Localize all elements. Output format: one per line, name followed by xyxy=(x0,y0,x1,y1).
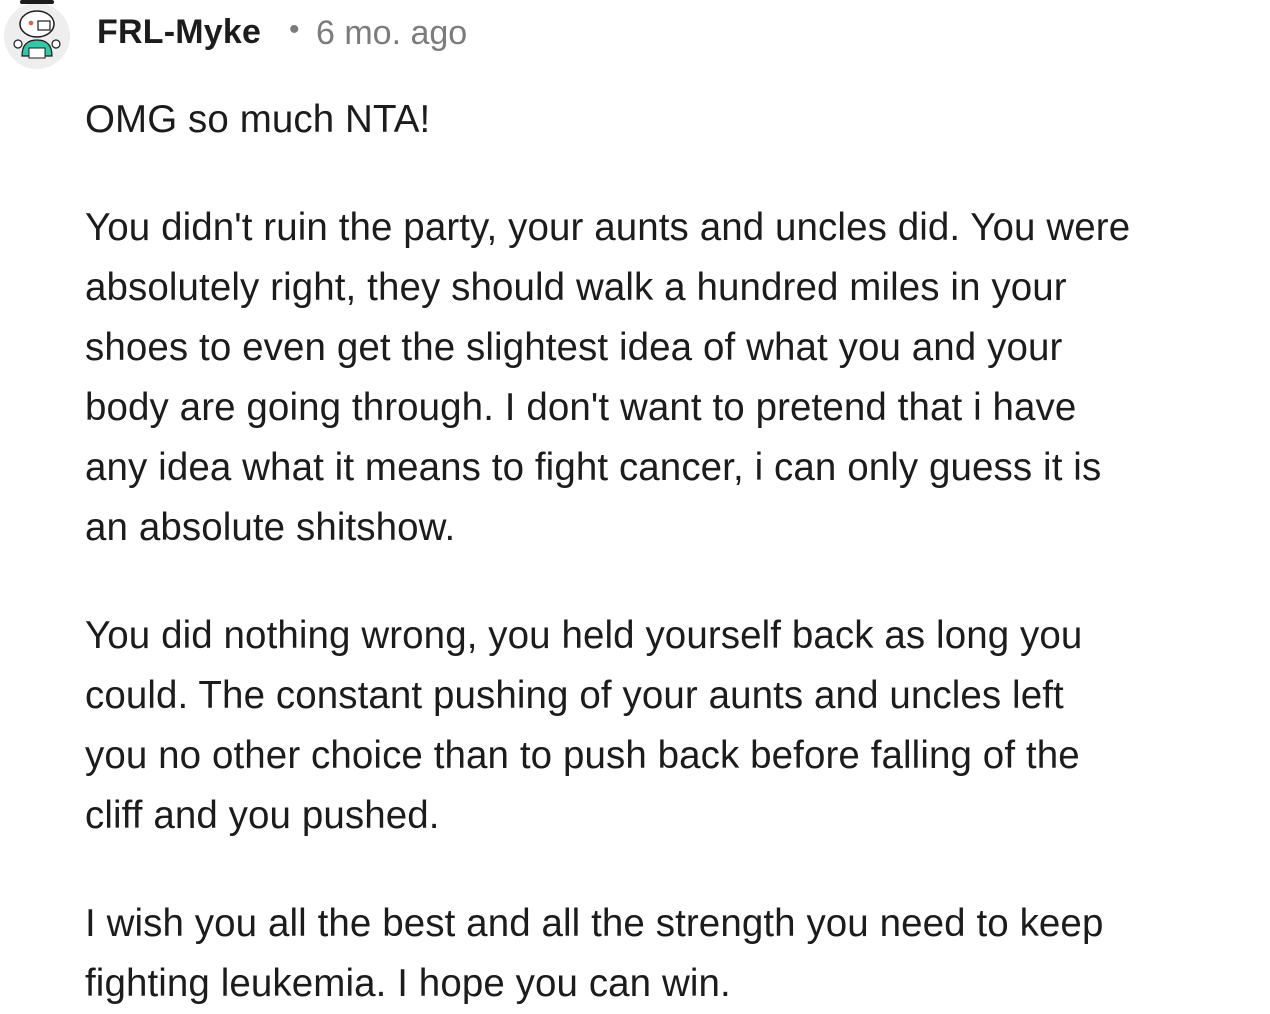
comment-paragraph: OMG so much NTA! xyxy=(85,90,1270,150)
comment-paragraph: You did nothing wrong, you held yourself… xyxy=(85,606,1270,846)
comment-paragraph: I wish you all the best and all the stre… xyxy=(85,894,1270,1014)
text-line: You did nothing wrong, you held yourself… xyxy=(85,614,1083,657)
comment-body: OMG so much NTA! You didn't ruin the par… xyxy=(85,90,1270,1014)
snoo-avatar-icon xyxy=(4,0,70,69)
comment-paragraph: You didn't ruin the party, your aunts an… xyxy=(85,198,1270,558)
text-line: OMG so much NTA! xyxy=(85,98,431,141)
text-line: an absolute shitshow. xyxy=(85,506,456,549)
text-line: I wish you all the best and all the stre… xyxy=(85,902,1104,945)
text-line: absolutely right, they should walk a hun… xyxy=(85,266,1067,309)
comment-author[interactable]: FRL-Myke xyxy=(97,13,261,52)
text-line: body are going through. I don't want to … xyxy=(85,386,1077,429)
meta-separator: • xyxy=(289,13,300,46)
text-line: shoes to even get the slightest idea of … xyxy=(85,326,1063,369)
text-line: could. The constant pushing of your aunt… xyxy=(85,674,1064,717)
text-line: cliff and you pushed. xyxy=(85,794,440,837)
text-line: fighting leukemia. I hope you can win. xyxy=(85,962,731,1005)
comment-timestamp[interactable]: 6 mo. ago xyxy=(316,14,467,53)
text-line: any idea what it means to fight cancer, … xyxy=(85,446,1102,489)
comment: FRL-Myke • 6 mo. ago OMG so much NTA! Yo… xyxy=(0,0,1270,1006)
text-line: You didn't ruin the party, your aunts an… xyxy=(85,206,1131,249)
text-line: you no other choice than to push back be… xyxy=(85,734,1080,777)
user-avatar[interactable] xyxy=(2,0,72,70)
